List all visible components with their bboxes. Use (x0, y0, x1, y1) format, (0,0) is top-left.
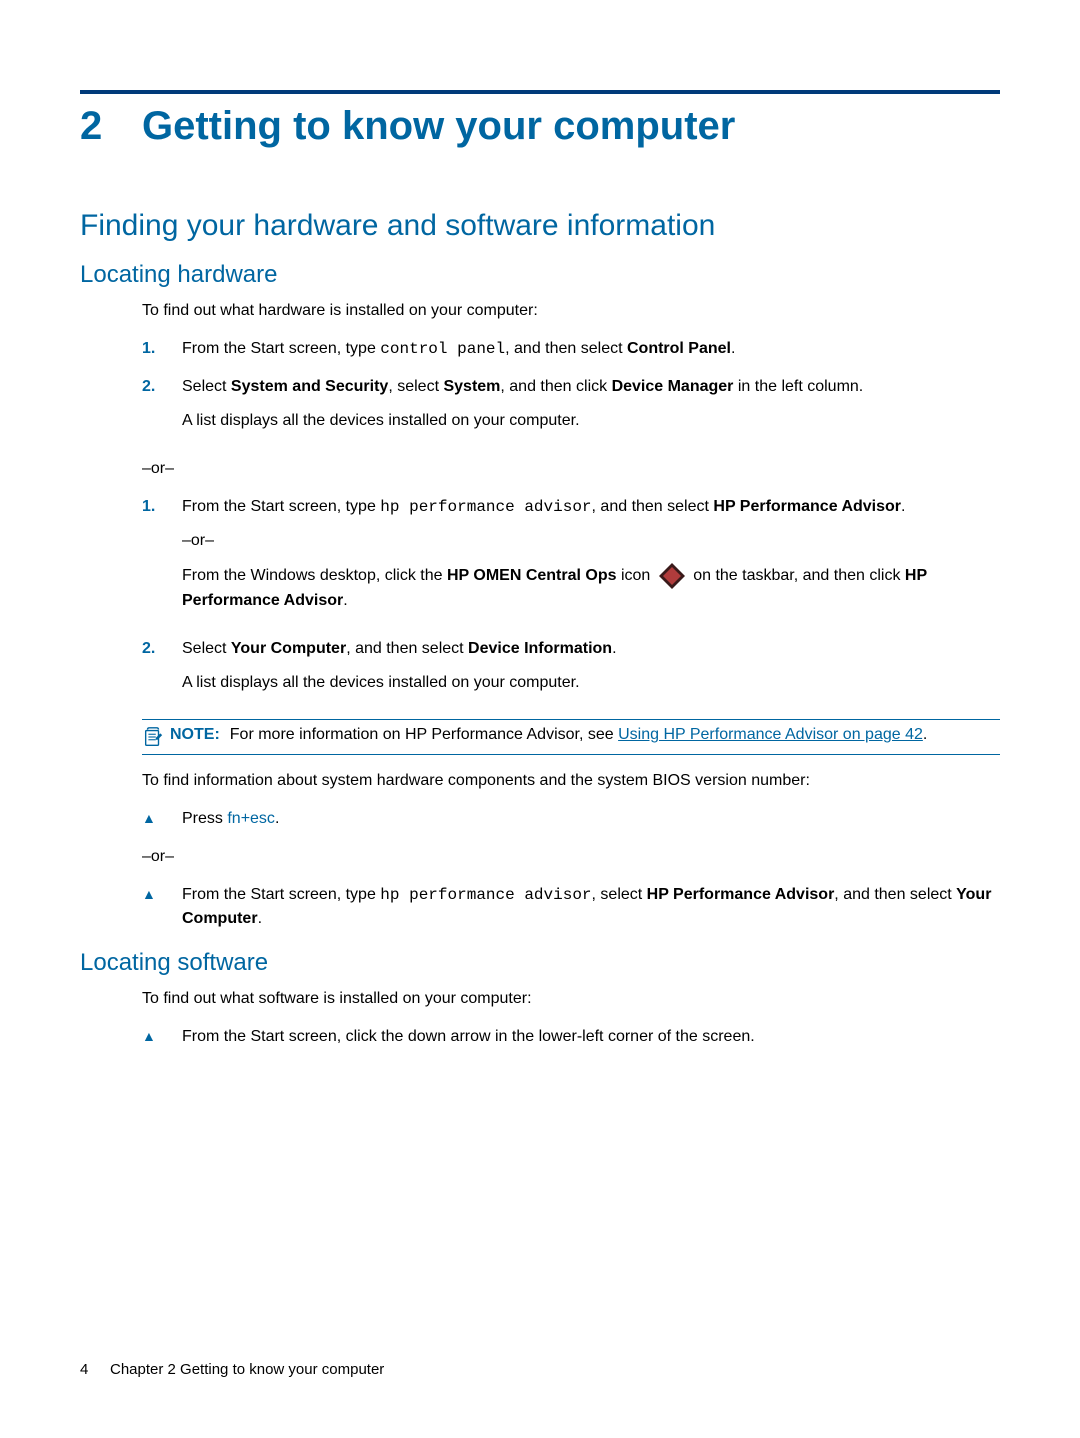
text: Press (182, 810, 227, 827)
text: . (343, 592, 347, 609)
listA-item2: 2. Select System and Security, select Sy… (142, 375, 1000, 443)
text: Select (182, 640, 231, 657)
note-label: NOTE: (170, 726, 220, 743)
software-body: To find out what software is installed o… (142, 987, 1000, 1049)
software-intro: To find out what software is installed o… (142, 987, 1000, 1011)
list-item-text: Select Your Computer, and then select De… (182, 637, 1000, 705)
bold-text: Device Manager (612, 378, 734, 395)
page-number: 4 (80, 1361, 110, 1378)
text: on the taskbar, and then click (689, 567, 905, 584)
text: , select (388, 378, 443, 395)
text: From the Start screen, type (182, 498, 380, 515)
text: . (612, 640, 616, 657)
note-box: NOTE: For more information on HP Performa… (142, 719, 1000, 755)
omen-icon (659, 563, 685, 589)
text: For more information on HP Performance A… (230, 726, 618, 743)
listB-item2-follow: A list displays all the devices installe… (182, 671, 1000, 695)
key-plus: + (241, 810, 250, 827)
text: in the left column. (733, 378, 863, 395)
code-text: hp performance advisor (380, 498, 591, 516)
listA-item1: 1. From the Start screen, type control p… (142, 337, 1000, 361)
code-text: control panel (380, 340, 505, 358)
bios-intro: To find information about system hardwar… (142, 769, 1000, 793)
text: From the Start screen, type (182, 340, 380, 357)
bios-bullet1: ▲ Press fn+esc. (142, 807, 1000, 831)
list-item-text: Select System and Security, select Syste… (182, 375, 1000, 443)
subsection-heading-software: Locating software (80, 949, 1000, 977)
text: , and then select (346, 640, 468, 657)
text: . (901, 498, 905, 515)
bullet-text: From the Start screen, click the down ar… (182, 1025, 1000, 1049)
document-page: 2Getting to know your computer Finding y… (0, 0, 1080, 1438)
section-heading: Finding your hardware and software infor… (80, 209, 1000, 243)
bullet-text: From the Start screen, type hp performan… (182, 883, 1000, 931)
bold-text: HP Performance Advisor (713, 498, 901, 515)
bullet-text: Press fn+esc. (182, 807, 1000, 831)
bios-bullet2: ▲ From the Start screen, type hp perform… (142, 883, 1000, 931)
key-text: esc (250, 810, 275, 827)
or-separator: –or– (142, 845, 1000, 869)
note-icon (142, 726, 166, 748)
list-item-text: From the Start screen, type hp performan… (182, 495, 1000, 623)
listB-item1: 1. From the Start screen, type hp perfor… (142, 495, 1000, 623)
listB-item2: 2. Select Your Computer, and then select… (142, 637, 1000, 705)
bold-text: HP Performance Advisor (647, 886, 835, 903)
bold-text: System (443, 378, 500, 395)
text: , select (592, 886, 647, 903)
desktop-line: From the Windows desktop, click the HP O… (182, 563, 1000, 613)
bold-text: Control Panel (627, 340, 731, 357)
top-rule (80, 90, 1000, 94)
text: . (731, 340, 735, 357)
note-link[interactable]: Using HP Performance Advisor on page 42 (618, 726, 923, 743)
bold-text: HP OMEN Central Ops (447, 567, 617, 584)
software-bullet: ▲ From the Start screen, click the down … (142, 1025, 1000, 1049)
note-content: NOTE: For more information on HP Performa… (170, 726, 1000, 744)
or-separator: –or– (142, 457, 1000, 481)
list-marker: 2. (142, 637, 182, 661)
bold-text: System and Security (231, 378, 388, 395)
text: , and then select (834, 886, 956, 903)
code-text: hp performance advisor (380, 886, 591, 904)
text: , and then select (505, 340, 627, 357)
text: From the Start screen, type (182, 886, 380, 903)
bullet-marker: ▲ (142, 883, 182, 905)
or-inner: –or– (182, 529, 1000, 553)
text: , and then click (500, 378, 611, 395)
bold-text: Device Information (468, 640, 612, 657)
text: . (923, 726, 927, 743)
list-item-text: From the Start screen, type control pane… (182, 337, 1000, 361)
text: , and then select (592, 498, 714, 515)
footer-text: Chapter 2 Getting to know your computer (110, 1361, 384, 1378)
chapter-title-text: Getting to know your computer (142, 104, 735, 148)
bullet-marker: ▲ (142, 807, 182, 829)
bios-body: To find information about system hardwar… (142, 769, 1000, 931)
key-text: fn (227, 810, 240, 827)
list-marker: 1. (142, 495, 182, 519)
chapter-title: 2Getting to know your computer (80, 104, 1000, 149)
bold-text: Your Computer (231, 640, 346, 657)
subsection-heading-hardware: Locating hardware (80, 261, 1000, 289)
listA-item2-follow: A list displays all the devices installe… (182, 409, 1000, 433)
list-marker: 1. (142, 337, 182, 361)
text: icon (617, 567, 655, 584)
chapter-number: 2 (80, 104, 142, 149)
text: . (258, 910, 262, 927)
hardware-body: To find out what hardware is installed o… (142, 299, 1000, 705)
hardware-intro: To find out what hardware is installed o… (142, 299, 1000, 323)
bullet-marker: ▲ (142, 1025, 182, 1047)
text: From the Windows desktop, click the (182, 567, 447, 584)
text: Select (182, 378, 231, 395)
list-marker: 2. (142, 375, 182, 399)
text: . (275, 810, 279, 827)
page-footer: 4Chapter 2 Getting to know your computer (80, 1361, 384, 1378)
